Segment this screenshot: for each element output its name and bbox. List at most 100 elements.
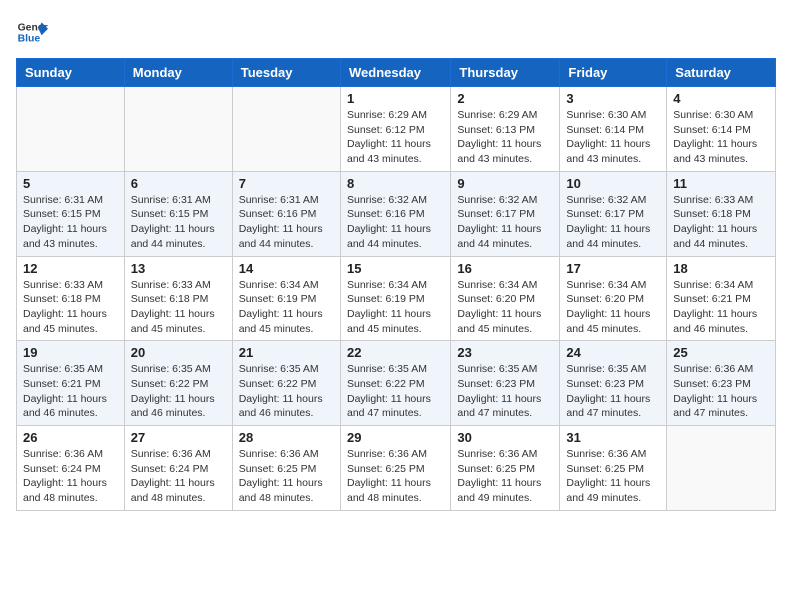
- day-number: 10: [566, 176, 660, 191]
- day-number: 19: [23, 345, 118, 360]
- calendar-cell: 21 Sunrise: 6:35 AM Sunset: 6:22 PM Dayli…: [232, 341, 340, 426]
- calendar-cell: 13Sunrise: 6:33 AM Sunset: 6:18 PM Dayli…: [124, 256, 232, 341]
- day-number: 28: [239, 430, 334, 445]
- calendar-cell: 14Sunrise: 6:34 AM Sunset: 6:19 PM Dayli…: [232, 256, 340, 341]
- day-number: 26: [23, 430, 118, 445]
- day-number: 21: [239, 345, 334, 360]
- day-number: 27: [131, 430, 226, 445]
- day-info: Sunrise: 6:33 AM Sunset: 6:18 PM Dayligh…: [673, 193, 769, 252]
- day-info: Sunrise: 6:35 AM Sunset: 6:23 PM Dayligh…: [566, 362, 660, 421]
- calendar-table: SundayMondayTuesdayWednesdayThursdayFrid…: [16, 58, 776, 511]
- calendar-cell: 23 Sunrise: 6:35 AM Sunset: 6:23 PM Dayli…: [451, 341, 560, 426]
- week-row-3: 12Sunrise: 6:33 AM Sunset: 6:18 PM Dayli…: [17, 256, 776, 341]
- calendar-cell: 3 Sunrise: 6:30 AM Sunset: 6:14 PM Daylig…: [560, 87, 667, 172]
- day-number: 29: [347, 430, 444, 445]
- day-info: Sunrise: 6:36 AM Sunset: 6:25 PM Dayligh…: [457, 447, 553, 506]
- day-info: Sunrise: 6:32 AM Sunset: 6:17 PM Dayligh…: [566, 193, 660, 252]
- calendar-cell: [17, 87, 125, 172]
- days-header-row: SundayMondayTuesdayWednesdayThursdayFrid…: [17, 59, 776, 87]
- calendar-cell: 12Sunrise: 6:33 AM Sunset: 6:18 PM Dayli…: [17, 256, 125, 341]
- calendar-cell: 30 Sunrise: 6:36 AM Sunset: 6:25 PM Dayli…: [451, 426, 560, 511]
- day-header-saturday: Saturday: [667, 59, 776, 87]
- calendar-cell: 6 Sunrise: 6:31 AM Sunset: 6:15 PM Daylig…: [124, 171, 232, 256]
- day-info: Sunrise: 6:34 AM Sunset: 6:19 PM Dayligh…: [239, 278, 334, 337]
- day-number: 11: [673, 176, 769, 191]
- day-number: 15: [347, 261, 444, 276]
- calendar-cell: 15 Sunrise: 6:34 AM Sunset: 6:19 PM Dayli…: [340, 256, 450, 341]
- calendar-cell: 28 Sunrise: 6:36 AM Sunset: 6:25 PM Dayli…: [232, 426, 340, 511]
- calendar-cell: 27 Sunrise: 6:36 AM Sunset: 6:24 PM Dayli…: [124, 426, 232, 511]
- day-info: Sunrise: 6:36 AM Sunset: 6:25 PM Dayligh…: [347, 447, 444, 506]
- day-info: Sunrise: 6:34 AM Sunset: 6:20 PM Dayligh…: [566, 278, 660, 337]
- day-info: Sunrise: 6:33 AM Sunset: 6:18 PM Dayligh…: [23, 278, 118, 337]
- week-row-4: 19 Sunrise: 6:35 AM Sunset: 6:21 PM Dayli…: [17, 341, 776, 426]
- day-header-monday: Monday: [124, 59, 232, 87]
- calendar-cell: 18Sunrise: 6:34 AM Sunset: 6:21 PM Dayli…: [667, 256, 776, 341]
- day-info: Sunrise: 6:29 AM Sunset: 6:13 PM Dayligh…: [457, 108, 553, 167]
- calendar-cell: 17 Sunrise: 6:34 AM Sunset: 6:20 PM Dayli…: [560, 256, 667, 341]
- day-number: 23: [457, 345, 553, 360]
- calendar-cell: [124, 87, 232, 172]
- calendar-cell: 7Sunrise: 6:31 AM Sunset: 6:16 PM Daylig…: [232, 171, 340, 256]
- week-row-1: 1 Sunrise: 6:29 AM Sunset: 6:12 PM Daylig…: [17, 87, 776, 172]
- day-info: Sunrise: 6:36 AM Sunset: 6:23 PM Dayligh…: [673, 362, 769, 421]
- day-number: 6: [131, 176, 226, 191]
- week-row-5: 26 Sunrise: 6:36 AM Sunset: 6:24 PM Dayli…: [17, 426, 776, 511]
- day-info: Sunrise: 6:31 AM Sunset: 6:16 PM Dayligh…: [239, 193, 334, 252]
- calendar-cell: 19 Sunrise: 6:35 AM Sunset: 6:21 PM Dayli…: [17, 341, 125, 426]
- day-number: 30: [457, 430, 553, 445]
- calendar-cell: 26Sunrise: 6:36 AM Sunset: 6:24 PM Dayli…: [17, 426, 125, 511]
- day-number: 1: [347, 91, 444, 106]
- calendar-cell: 16 Sunrise: 6:34 AM Sunset: 6:20 PM Dayli…: [451, 256, 560, 341]
- calendar-cell: 29 Sunrise: 6:36 AM Sunset: 6:25 PM Dayli…: [340, 426, 450, 511]
- day-number: 9: [457, 176, 553, 191]
- day-info: Sunrise: 6:34 AM Sunset: 6:21 PM Dayligh…: [673, 278, 769, 337]
- calendar-cell: [667, 426, 776, 511]
- day-info: Sunrise: 6:35 AM Sunset: 6:23 PM Dayligh…: [457, 362, 553, 421]
- day-info: Sunrise: 6:30 AM Sunset: 6:14 PM Dayligh…: [566, 108, 660, 167]
- day-number: 17: [566, 261, 660, 276]
- day-number: 13: [131, 261, 226, 276]
- day-info: Sunrise: 6:35 AM Sunset: 6:22 PM Dayligh…: [347, 362, 444, 421]
- day-info: Sunrise: 6:30 AM Sunset: 6:14 PM Dayligh…: [673, 108, 769, 167]
- calendar-cell: 4Sunrise: 6:30 AM Sunset: 6:14 PM Daylig…: [667, 87, 776, 172]
- day-number: 16: [457, 261, 553, 276]
- day-number: 31: [566, 430, 660, 445]
- day-number: 5: [23, 176, 118, 191]
- day-header-wednesday: Wednesday: [340, 59, 450, 87]
- day-info: Sunrise: 6:36 AM Sunset: 6:24 PM Dayligh…: [131, 447, 226, 506]
- page-header: General Blue: [16, 16, 776, 48]
- calendar-cell: [232, 87, 340, 172]
- calendar-cell: 5 Sunrise: 6:31 AM Sunset: 6:15 PM Daylig…: [17, 171, 125, 256]
- week-row-2: 5 Sunrise: 6:31 AM Sunset: 6:15 PM Daylig…: [17, 171, 776, 256]
- calendar-cell: 9Sunrise: 6:32 AM Sunset: 6:17 PM Daylig…: [451, 171, 560, 256]
- day-info: Sunrise: 6:31 AM Sunset: 6:15 PM Dayligh…: [23, 193, 118, 252]
- calendar-cell: 20 Sunrise: 6:35 AM Sunset: 6:22 PM Dayli…: [124, 341, 232, 426]
- day-info: Sunrise: 6:34 AM Sunset: 6:19 PM Dayligh…: [347, 278, 444, 337]
- day-number: 25: [673, 345, 769, 360]
- day-info: Sunrise: 6:36 AM Sunset: 6:25 PM Dayligh…: [566, 447, 660, 506]
- day-number: 3: [566, 91, 660, 106]
- day-info: Sunrise: 6:32 AM Sunset: 6:16 PM Dayligh…: [347, 193, 444, 252]
- calendar-cell: 8Sunrise: 6:32 AM Sunset: 6:16 PM Daylig…: [340, 171, 450, 256]
- day-header-tuesday: Tuesday: [232, 59, 340, 87]
- calendar-cell: 25 Sunrise: 6:36 AM Sunset: 6:23 PM Dayli…: [667, 341, 776, 426]
- day-number: 24: [566, 345, 660, 360]
- day-info: Sunrise: 6:29 AM Sunset: 6:12 PM Dayligh…: [347, 108, 444, 167]
- day-info: Sunrise: 6:35 AM Sunset: 6:22 PM Dayligh…: [131, 362, 226, 421]
- logo-icon: General Blue: [16, 16, 48, 48]
- svg-text:Blue: Blue: [18, 34, 41, 45]
- day-number: 2: [457, 91, 553, 106]
- calendar-cell: 10 Sunrise: 6:32 AM Sunset: 6:17 PM Dayli…: [560, 171, 667, 256]
- calendar-cell: 22Sunrise: 6:35 AM Sunset: 6:22 PM Dayli…: [340, 341, 450, 426]
- day-number: 20: [131, 345, 226, 360]
- calendar-cell: 1 Sunrise: 6:29 AM Sunset: 6:12 PM Daylig…: [340, 87, 450, 172]
- day-info: Sunrise: 6:34 AM Sunset: 6:20 PM Dayligh…: [457, 278, 553, 337]
- calendar-cell: 11 Sunrise: 6:33 AM Sunset: 6:18 PM Dayli…: [667, 171, 776, 256]
- day-info: Sunrise: 6:35 AM Sunset: 6:21 PM Dayligh…: [23, 362, 118, 421]
- day-info: Sunrise: 6:35 AM Sunset: 6:22 PM Dayligh…: [239, 362, 334, 421]
- logo: General Blue: [16, 16, 48, 48]
- calendar-cell: 24 Sunrise: 6:35 AM Sunset: 6:23 PM Dayli…: [560, 341, 667, 426]
- day-info: Sunrise: 6:36 AM Sunset: 6:25 PM Dayligh…: [239, 447, 334, 506]
- day-info: Sunrise: 6:31 AM Sunset: 6:15 PM Dayligh…: [131, 193, 226, 252]
